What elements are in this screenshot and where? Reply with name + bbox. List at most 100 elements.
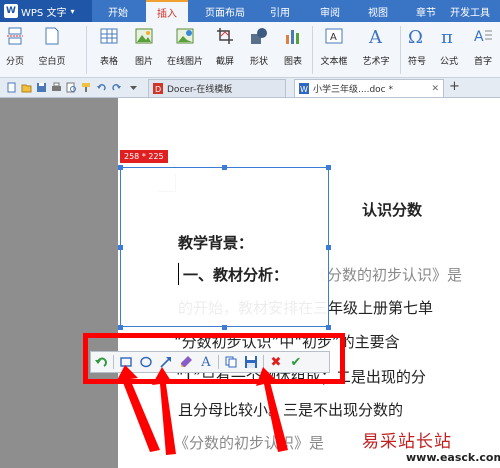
screenshot-icon bbox=[217, 28, 233, 44]
ribbon-divider bbox=[86, 26, 87, 74]
textbox-label: 文本框 bbox=[320, 57, 348, 67]
symbol-icon: Ω bbox=[408, 27, 423, 46]
resize-handle[interactable] bbox=[326, 325, 331, 330]
watermark: 易采站长站 www.easck.com bbox=[348, 425, 500, 468]
blank-page-button[interactable]: 空白页 bbox=[32, 24, 72, 76]
picture-label: 图片 bbox=[134, 57, 153, 67]
resize-handle[interactable] bbox=[222, 165, 227, 170]
svg-text:A: A bbox=[330, 32, 337, 43]
resize-handle[interactable] bbox=[118, 325, 123, 330]
screenshot-label: 截屏 bbox=[215, 57, 234, 67]
save-icon[interactable] bbox=[36, 82, 47, 93]
page-break-button[interactable]: 分页 bbox=[2, 24, 28, 76]
svg-text:π: π bbox=[441, 27, 453, 46]
document-line: 《分数的初步认识》是 bbox=[312, 266, 463, 284]
tab-view[interactable]: 视图 bbox=[360, 0, 396, 22]
word-document-icon: W bbox=[299, 83, 309, 94]
page-break-icon bbox=[7, 27, 23, 45]
document-tab-label: 小学三年级....doc * bbox=[313, 85, 393, 95]
new-document-icon[interactable] bbox=[6, 82, 17, 93]
docer-tab-label: Docer-在线模板 bbox=[167, 85, 233, 95]
dropcap-icon: A bbox=[474, 29, 492, 45]
chevron-down-icon: ▾ bbox=[70, 6, 75, 16]
wordart-icon: A bbox=[368, 27, 383, 46]
resize-handle[interactable] bbox=[326, 165, 331, 170]
shapes-button[interactable]: 形状 bbox=[244, 24, 274, 76]
watermark-title: 易采站长站 bbox=[362, 432, 452, 452]
docer-icon: D bbox=[153, 83, 163, 94]
svg-text:D: D bbox=[155, 85, 161, 94]
formula-button[interactable]: π 公式 bbox=[434, 24, 464, 76]
formula-icon: π bbox=[441, 27, 453, 46]
table-label: 表格 bbox=[99, 57, 118, 67]
chevron-down-icon[interactable] bbox=[128, 82, 139, 93]
resize-handle[interactable] bbox=[118, 245, 123, 250]
tab-references[interactable]: 引用 bbox=[262, 0, 298, 22]
undo-icon[interactable] bbox=[96, 82, 107, 93]
selection-cursor bbox=[178, 263, 179, 285]
document-line: 《分数的初步认识》是 bbox=[174, 434, 325, 452]
resize-handle[interactable] bbox=[326, 245, 331, 250]
tab-review[interactable]: 审阅 bbox=[312, 0, 348, 22]
resize-handle[interactable] bbox=[222, 325, 227, 330]
wordart-button[interactable]: A 艺术字 bbox=[356, 24, 396, 76]
picture-button[interactable]: 图片 bbox=[128, 24, 160, 76]
ribbon: 分页 空白页 表格 图片 在线图片 截屏 形状 图表 A 文本框 A 艺术字 Ω… bbox=[0, 22, 500, 78]
blank-page-icon bbox=[45, 27, 59, 45]
picture-icon bbox=[135, 28, 153, 44]
chart-icon bbox=[286, 30, 299, 44]
app-name: WPS 文字 bbox=[21, 7, 67, 19]
app-menu-button[interactable]: W WPS 文字 ▾ bbox=[0, 0, 92, 22]
ribbon-divider bbox=[312, 26, 313, 74]
shapes-label: 形状 bbox=[249, 57, 268, 67]
tab-developer[interactable]: 开发工具 bbox=[450, 0, 500, 22]
dropcap-label: 首字 bbox=[473, 57, 492, 67]
tab-home[interactable]: 开始 bbox=[100, 0, 136, 22]
svg-text:Ω: Ω bbox=[408, 27, 423, 46]
format-painter-icon[interactable] bbox=[81, 82, 92, 93]
selection-heading: 教学背景： bbox=[178, 234, 254, 252]
screenshot-selection[interactable]: 教学背景： 一、教材分析： bbox=[120, 167, 329, 327]
tab-page-layout[interactable]: 页面布局 bbox=[195, 0, 255, 22]
svg-text:A: A bbox=[368, 27, 383, 46]
textbox-icon: A bbox=[325, 28, 343, 44]
menu-bar: W WPS 文字 ▾ 开始 插入 页面布局 引用 审阅 视图 章节 开发工具 bbox=[0, 0, 500, 22]
online-picture-button[interactable]: 在线图片 bbox=[162, 24, 208, 76]
watermark-url: www.easck.com bbox=[406, 451, 500, 464]
table-icon bbox=[100, 28, 118, 44]
formula-label: 公式 bbox=[439, 57, 458, 67]
table-button[interactable]: 表格 bbox=[92, 24, 126, 76]
blank-page-label: 空白页 bbox=[38, 57, 66, 67]
svg-text:A: A bbox=[474, 29, 484, 45]
page-break-label: 分页 bbox=[5, 57, 24, 67]
chart-label: 图表 bbox=[283, 57, 302, 67]
resize-handle[interactable] bbox=[118, 165, 123, 170]
new-tab-button[interactable]: + bbox=[449, 79, 460, 94]
textbox-button[interactable]: A 文本框 bbox=[314, 24, 354, 76]
tab-section[interactable]: 章节 bbox=[408, 0, 444, 22]
online-picture-label: 在线图片 bbox=[166, 57, 203, 67]
wps-logo-icon: W bbox=[4, 4, 18, 18]
selection-size-badge: 258 * 225 bbox=[120, 150, 168, 163]
highlight-frame bbox=[83, 333, 345, 384]
svg-text:W: W bbox=[300, 85, 308, 94]
dropcap-button[interactable]: A 首字 bbox=[466, 24, 500, 76]
open-folder-icon[interactable] bbox=[21, 82, 32, 93]
print-icon[interactable] bbox=[51, 82, 62, 93]
document-tab-bar: D Docer-在线模板 W 小学三年级....doc * ✕ + bbox=[0, 78, 500, 98]
chart-button[interactable]: 图表 bbox=[278, 24, 308, 76]
online-picture-icon bbox=[176, 28, 194, 44]
tab-current-document[interactable]: W 小学三年级....doc * ✕ bbox=[294, 79, 444, 97]
symbol-button[interactable]: Ω 符号 bbox=[402, 24, 432, 76]
document-title: 认识分数 bbox=[362, 201, 423, 219]
tab-insert[interactable]: 插入 bbox=[146, 0, 188, 22]
symbol-label: 符号 bbox=[407, 57, 426, 67]
close-icon[interactable]: ✕ bbox=[431, 84, 439, 94]
print-preview-icon[interactable] bbox=[66, 82, 77, 93]
screenshot-button[interactable]: 截屏 bbox=[210, 24, 240, 76]
wordart-label: 艺术字 bbox=[362, 57, 390, 67]
redo-icon[interactable] bbox=[111, 82, 122, 93]
tab-docer-templates[interactable]: D Docer-在线模板 bbox=[148, 79, 286, 97]
shapes-icon bbox=[251, 28, 267, 44]
document-line: 且分母比较小。三是不出现分数的 bbox=[178, 401, 404, 419]
